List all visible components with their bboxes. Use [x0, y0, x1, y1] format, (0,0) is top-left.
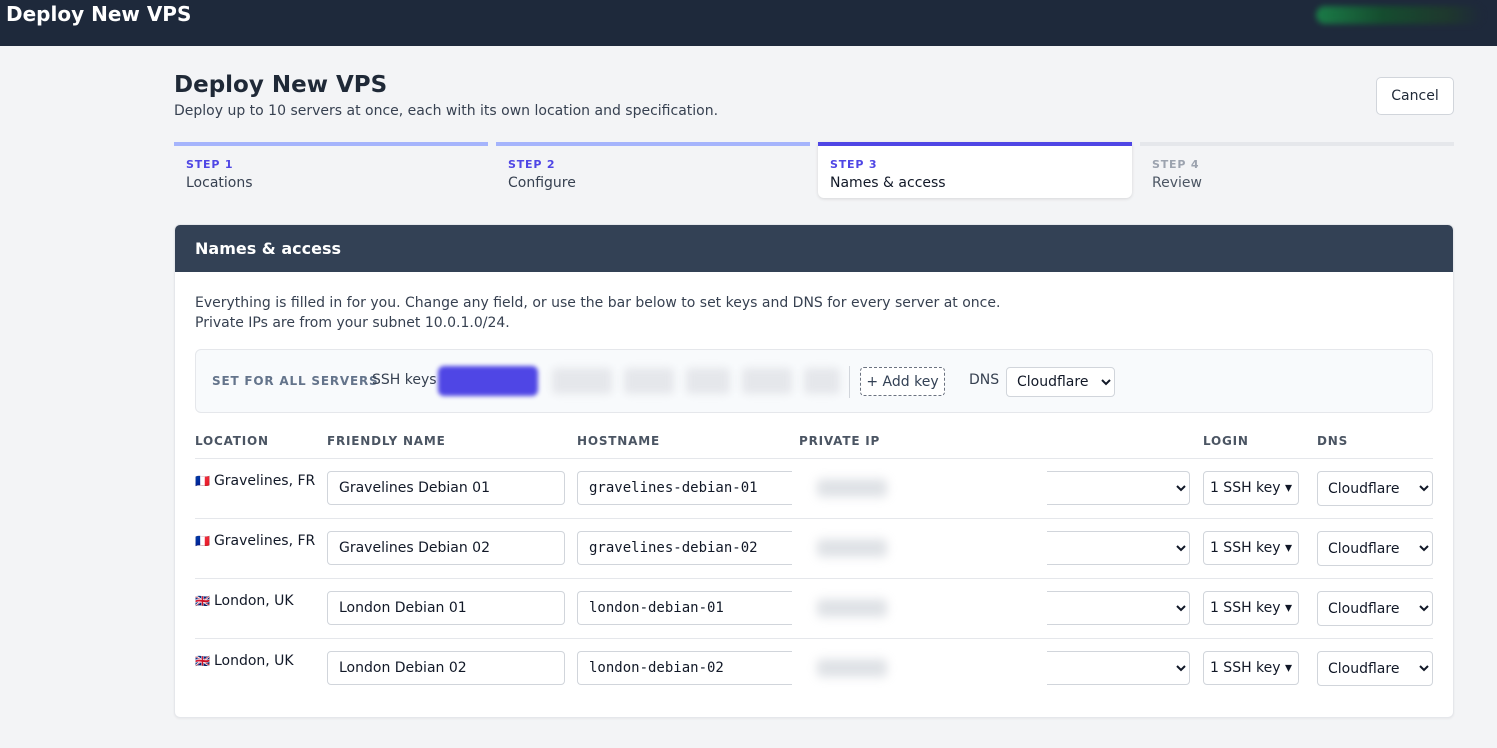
private-ip-select[interactable]: [1047, 591, 1190, 625]
ssh-key-chip[interactable]: [742, 368, 792, 394]
ssh-keys-label: SSH keys: [372, 372, 437, 388]
cancel-button[interactable]: Cancel: [1376, 77, 1454, 115]
step-label: Configure: [508, 175, 576, 191]
ssh-key-chip[interactable]: [624, 368, 674, 394]
intro-line: Private IPs are from your subnet 10.0.1.…: [195, 315, 510, 331]
divider: [849, 366, 850, 398]
ssh-key-chip[interactable]: [438, 366, 538, 396]
friendly-name-input[interactable]: [327, 471, 565, 505]
step-number: STEP 1: [186, 158, 234, 171]
location-cell: 🇬🇧 London, UK: [195, 593, 294, 609]
hostname-input[interactable]: [577, 471, 792, 505]
top-bar: Deploy New VPS: [0, 0, 1497, 46]
hostname-input[interactable]: [577, 651, 792, 685]
set-all-label: SET FOR ALL SERVERS: [212, 374, 379, 388]
page-subtitle: Deploy up to 10 servers at once, each wi…: [174, 103, 719, 119]
location-cell: 🇫🇷 Gravelines, FR: [195, 533, 315, 549]
location-label: London, UK: [213, 593, 294, 609]
step-label: Names & access: [830, 175, 946, 191]
flag-fr-icon: 🇫🇷: [195, 534, 210, 548]
ssh-key-chip[interactable]: [552, 368, 612, 394]
location-label: London, UK: [213, 653, 294, 669]
step-configure[interactable]: STEP 2 Configure: [496, 142, 810, 198]
names-access-card: Names & access Everything is filled in f…: [174, 224, 1454, 718]
friendly-name-input[interactable]: [327, 531, 565, 565]
add-key-button[interactable]: + Add key: [860, 367, 945, 396]
dns-select[interactable]: Cloudflare: [1317, 651, 1433, 686]
intro-line: Everything is filled in for you. Change …: [195, 295, 1001, 311]
location-label: Gravelines, FR: [213, 473, 316, 489]
login-dropdown[interactable]: 1 SSH key ▾: [1203, 591, 1299, 625]
ssh-key-chip[interactable]: [804, 368, 840, 394]
dns-all-label: DNS: [969, 372, 1000, 388]
location-cell: 🇬🇧 London, UK: [195, 653, 294, 669]
step-number: STEP 3: [830, 158, 878, 171]
flag-uk-icon: 🇬🇧: [195, 654, 210, 668]
friendly-name-input[interactable]: [327, 591, 565, 625]
hostname-input[interactable]: [577, 591, 792, 625]
table-row: 🇫🇷Gravelines, FR 1 SSH key ▾ Cloudflare: [195, 458, 1433, 518]
column-header-login: LOGIN: [1203, 434, 1249, 448]
dns-select[interactable]: Cloudflare: [1317, 591, 1433, 626]
login-dropdown[interactable]: 1 SSH key ▾: [1203, 531, 1299, 565]
private-ip-field[interactable]: [807, 651, 1047, 687]
card-intro: Everything is filled in for you. Change …: [195, 293, 1000, 333]
app-title: Deploy New VPS: [6, 2, 192, 26]
dns-select[interactable]: Cloudflare: [1317, 531, 1433, 566]
private-ip-field[interactable]: [807, 591, 1047, 627]
step-number: STEP 4: [1152, 158, 1200, 171]
dns-select[interactable]: Cloudflare: [1317, 471, 1433, 506]
step-names-access[interactable]: STEP 3 Names & access: [818, 142, 1132, 198]
column-header-hostname: HOSTNAME: [577, 434, 660, 448]
column-header-dns: DNS: [1317, 434, 1349, 448]
private-ip-field[interactable]: [807, 471, 1047, 507]
private-ip-field[interactable]: [807, 531, 1047, 567]
table-row: 🇬🇧London, UK 1 SSH key ▾ Cloudflare: [195, 578, 1433, 638]
ssh-key-chip[interactable]: [686, 368, 730, 394]
friendly-name-input[interactable]: [327, 651, 565, 685]
table-row: 🇬🇧London, UK 1 SSH key ▾ Cloudflare: [195, 638, 1433, 698]
column-header-private-ip: PRIVATE IP: [799, 434, 881, 448]
private-ip-select[interactable]: [1047, 531, 1190, 565]
step-label: Review: [1152, 175, 1202, 191]
login-dropdown[interactable]: 1 SSH key ▾: [1203, 471, 1299, 505]
page-title: Deploy New VPS: [174, 72, 388, 98]
step-label: Locations: [186, 175, 253, 191]
flag-fr-icon: 🇫🇷: [195, 474, 210, 488]
column-header-friendly-name: FRIENDLY NAME: [327, 434, 446, 448]
private-ip-select[interactable]: [1047, 471, 1190, 505]
table-row: 🇫🇷Gravelines, FR 1 SSH key ▾ Cloudflare: [195, 518, 1433, 578]
dns-all-select[interactable]: Cloudflare: [1006, 367, 1115, 397]
step-review[interactable]: STEP 4 Review: [1140, 142, 1454, 198]
user-menu[interactable]: [1316, 6, 1482, 24]
location-cell: 🇫🇷 Gravelines, FR: [195, 473, 315, 489]
flag-uk-icon: 🇬🇧: [195, 594, 210, 608]
column-header-location: LOCATION: [195, 434, 269, 448]
set-all-bar: SET FOR ALL SERVERS SSH keys + Add key D…: [195, 349, 1433, 413]
step-locations[interactable]: STEP 1 Locations: [174, 142, 488, 198]
step-number: STEP 2: [508, 158, 556, 171]
location-label: Gravelines, FR: [213, 533, 316, 549]
private-ip-select[interactable]: [1047, 651, 1190, 685]
login-dropdown[interactable]: 1 SSH key ▾: [1203, 651, 1299, 685]
hostname-input[interactable]: [577, 531, 792, 565]
card-title: Names & access: [175, 225, 1453, 272]
